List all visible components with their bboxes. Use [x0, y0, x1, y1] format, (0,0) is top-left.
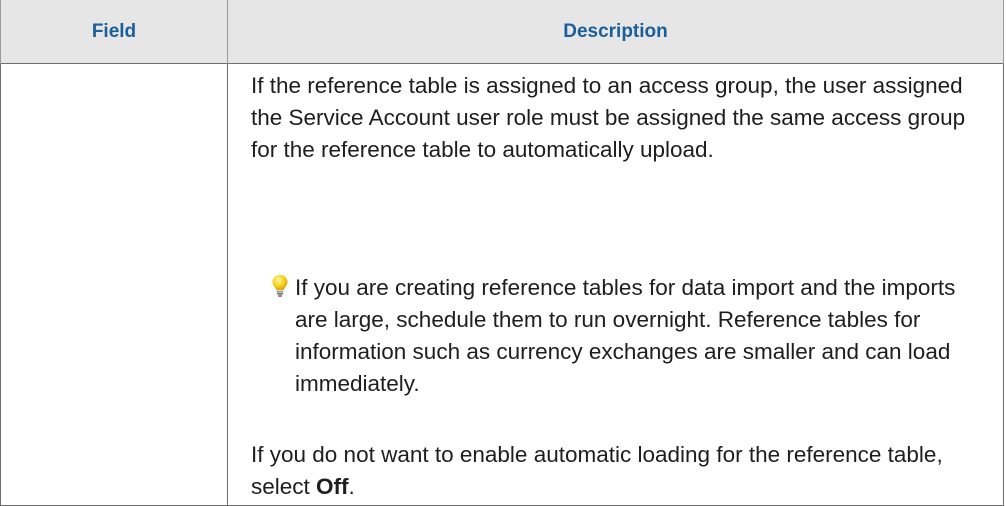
- table-header-row: Field Description: [0, 0, 1004, 64]
- lightbulb-icon: [271, 274, 289, 298]
- tip-note: If you are creating reference tables for…: [251, 270, 983, 427]
- field-column-header: Field: [0, 0, 228, 64]
- automatic-loading-paragraph: If you do not want to enable automatic l…: [251, 439, 983, 505]
- sentence-end-period: .: [348, 474, 355, 499]
- off-option-label: Off: [316, 474, 349, 499]
- reference-table-fields-table: Field Description If the reference table…: [0, 0, 1004, 506]
- tip-text: If you are creating reference tables for…: [295, 275, 956, 396]
- description-cell: If the reference table is assigned to an…: [227, 63, 1004, 506]
- access-group-paragraph: If the reference table is assigned to an…: [251, 73, 966, 162]
- description-column-header: Description: [227, 0, 1004, 64]
- table-row: If the reference table is assigned to an…: [0, 63, 1004, 506]
- field-cell: [0, 63, 228, 506]
